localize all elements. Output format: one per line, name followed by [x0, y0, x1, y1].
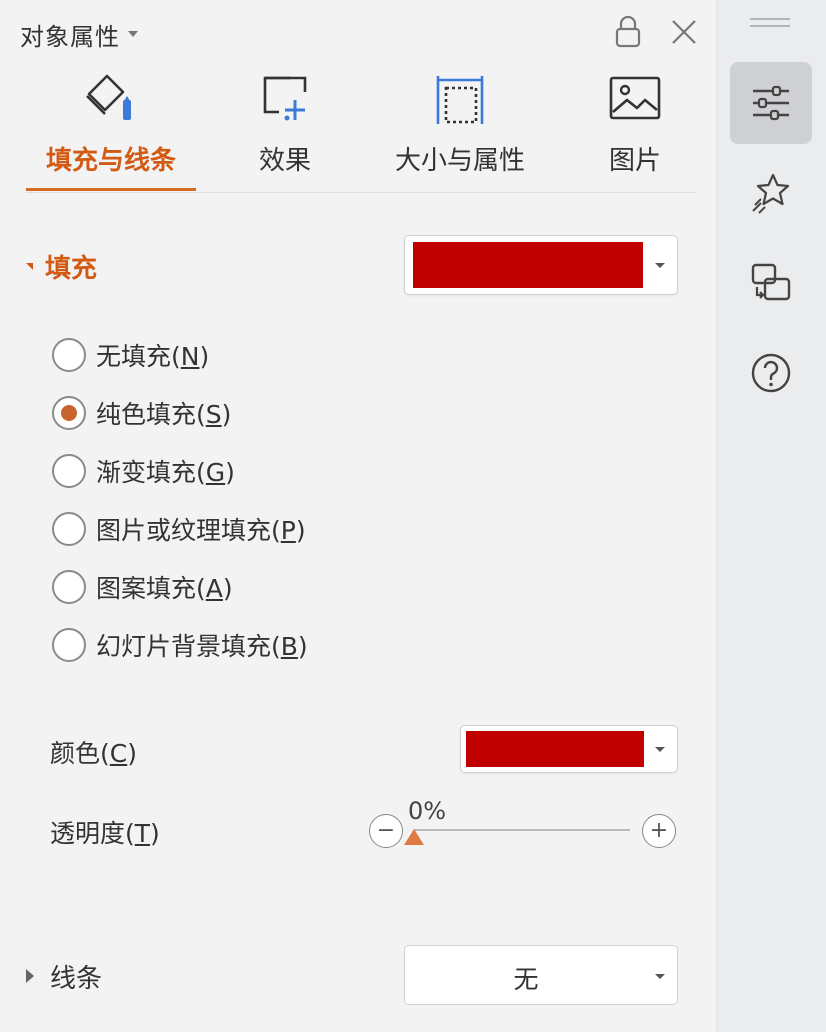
tab-effects[interactable]: 效果 — [230, 64, 340, 194]
line-section-label: 线条 — [50, 963, 103, 994]
radio-button[interactable] — [52, 338, 86, 372]
transparency-increase-button[interactable]: + — [642, 814, 676, 848]
transparency-label: 透明度(T) — [50, 819, 160, 848]
switch-slides-icon — [751, 263, 791, 301]
radio-gradient-fill[interactable]: 渐变填充(G) — [52, 442, 308, 500]
custom-animation-button[interactable] — [730, 152, 812, 234]
tab-label: 填充与线条 — [45, 146, 176, 176]
chevron-down-icon — [655, 263, 665, 268]
color-label: 颜色(C) — [50, 739, 137, 768]
transparency-slider-thumb[interactable] — [404, 829, 424, 845]
switch-slides-button[interactable] — [730, 242, 812, 324]
line-section-header[interactable]: 线条 — [26, 958, 102, 994]
line-type-value: 无 — [513, 965, 539, 994]
property-sliders-icon — [753, 85, 789, 121]
radio-button[interactable] — [52, 570, 86, 604]
tab-picture[interactable]: 图片 — [580, 64, 690, 194]
transparency-slider-track[interactable] — [414, 829, 630, 831]
tab-label: 图片 — [608, 146, 661, 176]
expand-triangle-icon — [26, 969, 34, 983]
radio-slide-background-fill[interactable]: 幻灯片背景填充(B) — [52, 616, 308, 674]
radio-button[interactable] — [52, 512, 86, 546]
radio-no-fill[interactable]: 无填充(N) — [52, 326, 308, 384]
object-properties-panel: 对象属性 填充与线条 效果 大小与属性 图片 填充 无填充(N) 纯色填充(S)… — [0, 0, 716, 1032]
fill-bucket-icon — [86, 74, 131, 120]
tab-label: 效果 — [258, 146, 311, 176]
radio-dot — [61, 405, 77, 421]
help-button[interactable] — [730, 332, 812, 414]
drag-grip-icon[interactable] — [750, 18, 790, 28]
active-tab-indicator — [26, 188, 196, 191]
size-icon — [436, 76, 484, 124]
collapse-triangle-icon — [26, 262, 33, 270]
transparency-value: 0% — [408, 797, 447, 825]
transparency-decrease-button[interactable]: − — [369, 814, 403, 848]
line-type-dropdown[interactable]: 无 — [404, 945, 678, 1005]
tab-divider — [26, 192, 696, 193]
radio-pattern-fill[interactable]: 图案填充(A) — [52, 558, 308, 616]
effects-icon — [263, 76, 307, 121]
picture-icon — [609, 76, 661, 120]
panel-title: 对象属性 — [20, 22, 120, 51]
color-swatch — [466, 731, 644, 767]
radio-solid-fill[interactable]: 纯色填充(S) — [52, 384, 308, 442]
fill-type-options: 无填充(N) 纯色填充(S) 渐变填充(G) 图片或纹理填充(P) 图案填充(A… — [52, 326, 308, 674]
tab-bar: 填充与线条 效果 大小与属性 图片 — [0, 64, 700, 194]
tab-label: 大小与属性 — [394, 146, 525, 176]
color-dropdown[interactable] — [460, 725, 678, 773]
radio-picture-texture-fill[interactable]: 图片或纹理填充(P) — [52, 500, 308, 558]
help-icon — [751, 353, 791, 393]
chevron-down-icon[interactable] — [128, 31, 138, 37]
fill-color-dropdown[interactable] — [404, 235, 678, 295]
radio-button[interactable] — [52, 628, 86, 662]
panel-header[interactable]: 对象属性 — [20, 16, 138, 52]
chevron-down-icon — [655, 974, 665, 979]
lock-icon[interactable] — [610, 14, 646, 50]
tab-fill-and-line[interactable]: 填充与线条 — [26, 64, 196, 194]
fill-section-label: 填充 — [45, 253, 98, 284]
fill-section-header[interactable]: 填充 — [26, 248, 97, 284]
radio-button[interactable] — [52, 454, 86, 488]
chevron-down-icon — [655, 747, 665, 752]
fill-color-swatch — [413, 242, 643, 288]
close-icon[interactable] — [668, 16, 700, 48]
star-animation-icon — [752, 173, 790, 214]
tab-size-and-properties[interactable]: 大小与属性 — [380, 64, 540, 194]
property-sliders-button[interactable] — [730, 62, 812, 144]
radio-button[interactable] — [52, 396, 86, 430]
